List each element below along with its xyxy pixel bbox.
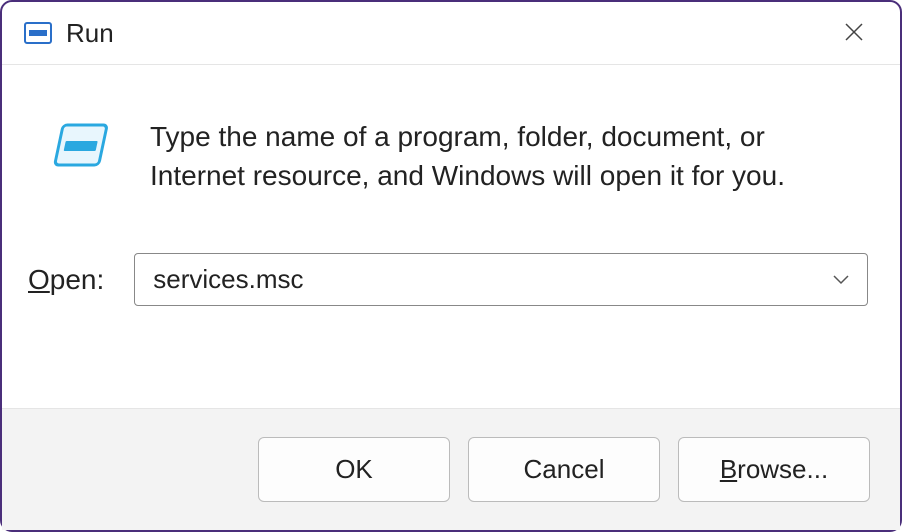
close-button[interactable] [834, 16, 874, 50]
open-label: Open: [28, 264, 104, 296]
titlebar-left: Run [24, 18, 114, 49]
info-row: Type the name of a program, folder, docu… [52, 117, 870, 195]
dialog-content: Type the name of a program, folder, docu… [2, 65, 900, 408]
window-title: Run [66, 18, 114, 49]
close-icon [844, 22, 864, 42]
dialog-footer: OK Cancel Browse... [2, 408, 900, 530]
run-app-icon [52, 121, 110, 171]
dialog-description: Type the name of a program, folder, docu… [150, 117, 870, 195]
run-title-icon [24, 22, 52, 44]
chevron-down-icon[interactable] [823, 269, 849, 290]
run-dialog: Run Type the name of a program, folder, … [0, 0, 902, 532]
cancel-button[interactable]: Cancel [468, 437, 660, 502]
browse-button[interactable]: Browse... [678, 437, 870, 502]
open-combobox[interactable] [134, 253, 868, 306]
titlebar: Run [2, 2, 900, 65]
open-input-row: Open: [28, 253, 870, 306]
ok-button[interactable]: OK [258, 437, 450, 502]
open-input[interactable] [153, 264, 823, 295]
